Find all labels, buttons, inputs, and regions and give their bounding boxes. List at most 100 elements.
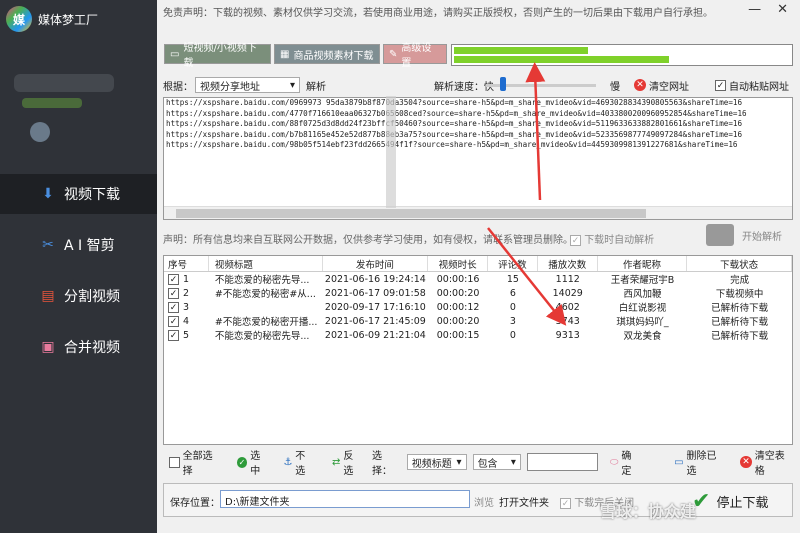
unselect-button[interactable]: ⚓ 不选 <box>283 447 314 477</box>
column-header[interactable]: 发布时间 <box>323 256 429 271</box>
user-info[interactable] <box>30 122 50 142</box>
select-all-checkbox[interactable]: 全部选择 <box>169 447 221 477</box>
table-cell: ✓ 5 <box>164 329 209 341</box>
row-number: 2 <box>183 287 190 299</box>
table-cell: 3743 <box>555 315 580 327</box>
table-row[interactable]: ✓ 5 不能恋爱的秘密先导... 2021-06-09 21:21:04 00:00:1… <box>164 328 792 342</box>
table-cell: 下载视频中 <box>715 289 764 300</box>
table-row[interactable]: ✓ 1 不能恋爱的秘密先导... 2021-06-16 19:24:14 00:00:1… <box>164 272 792 286</box>
checkbox-checked-icon[interactable]: ✓ <box>168 315 179 327</box>
checkbox-checked-icon[interactable]: ✓ <box>168 287 179 299</box>
stop-download-button[interactable]: ✔ 停止下载 <box>692 486 792 516</box>
save-path-input[interactable]: D:\新建文件夹 <box>220 490 470 508</box>
speed-slider-thumb[interactable] <box>500 77 506 91</box>
table-cell: 已解析待下载 <box>711 317 769 328</box>
filter-input[interactable] <box>526 453 598 471</box>
table-cell: #不能恋爱的秘密开播... <box>214 317 318 328</box>
auto-parse-checkbox[interactable]: ✓ 下载时自动解析 <box>570 231 654 246</box>
parse-label[interactable]: 解析 <box>306 78 326 93</box>
table-cell: 00:00:20 <box>436 315 480 327</box>
column-header[interactable]: 序号 <box>164 256 209 271</box>
blurred-area <box>14 74 114 92</box>
close-button[interactable]: ✕ <box>777 2 788 17</box>
clear-url-button[interactable]: ✕ 清空网址 <box>634 78 689 93</box>
button-label: 高级设置 <box>401 43 432 69</box>
progress-bar <box>454 56 670 63</box>
select-button[interactable]: ✓ 选中 <box>236 447 270 477</box>
table-cell: 00:00:12 <box>436 301 480 313</box>
auto-paste-checkbox[interactable]: ✓ 自动粘贴网址 <box>715 78 789 93</box>
scrollbar-thumb[interactable] <box>176 209 646 218</box>
chevron-down-icon: ▾ <box>510 456 516 468</box>
field-select[interactable]: 视频标题 ▾ <box>406 454 467 470</box>
progress-panel <box>451 44 793 66</box>
table-header: 序号 视频标题 发布时间 视频时长 评论数 播放次数 作者昵称 下载状态 <box>164 256 792 272</box>
table-row[interactable]: ✓ 4 #不能恋爱的秘密开播... 2021-06-17 21:45:09 00:00:… <box>164 314 792 328</box>
table-cell: ✓ 1 <box>164 273 209 285</box>
table-cell: ✓ 4 <box>164 315 209 327</box>
checkbox-checked-icon: ✓ <box>570 234 581 246</box>
window-controls: — ✕ <box>740 0 796 19</box>
table-cell: 3 <box>509 315 516 327</box>
disclaimer-notice: 免责声明：下载的视频、素材仅供学习交流，若使用商业用途，请购买正版授权，否则产生… <box>163 8 713 19</box>
table-cell: 00:00:15 <box>436 329 480 341</box>
product-video-download-button[interactable]: ▦ 商品视频素材下载 <box>274 44 380 64</box>
sidebar: 媒 媒体梦工厂 ⬇ 视频下载 ✂ A I 智剪 ▤ 分割视频 ▣ 合并视频 <box>0 0 157 533</box>
parse-icon <box>706 224 734 246</box>
column-header[interactable]: 作者昵称 <box>598 256 688 271</box>
column-header[interactable]: 视频标题 <box>209 256 323 271</box>
checkbox-checked-icon[interactable]: ✓ <box>168 301 179 313</box>
check-icon: ✓ <box>236 456 248 468</box>
open-folder-button[interactable]: 打开文件夹 <box>499 494 549 509</box>
sidebar-item-label: 合并视频 <box>64 340 120 356</box>
video-icon: ▭ <box>170 48 180 60</box>
column-header[interactable]: 播放次数 <box>538 256 598 271</box>
confirm-button[interactable]: ⬭ 确定 <box>610 447 640 477</box>
column-header[interactable]: 评论数 <box>488 256 538 271</box>
column-header[interactable]: 视频时长 <box>428 256 488 271</box>
video-table: 序号 视频标题 发布时间 视频时长 评论数 播放次数 作者昵称 下载状态 ✓ 1 不… <box>163 255 793 445</box>
short-video-download-button[interactable]: ▭ 短视频/小视频下载 <box>164 43 271 69</box>
url-line: https://xspshare.baidu.com/98b05f514ebf2… <box>166 140 738 149</box>
start-parse-button[interactable]: 开始解析 <box>706 224 782 246</box>
url-line: https://xspshare.baidu.com/4770f716610ea… <box>166 108 747 118</box>
table-cell: 2021-06-17 21:45:09 <box>324 315 426 327</box>
sidebar-item-merge-video[interactable]: ▣ 合并视频 <box>0 327 157 367</box>
url-textarea[interactable]: https://xspshare.baidu.com/0969973 95da3… <box>163 97 793 220</box>
match-select[interactable]: 包含 ▾ <box>472 454 521 470</box>
clear-icon: ✕ <box>740 456 752 468</box>
button-label: 反选 <box>343 451 354 477</box>
browse-button[interactable]: 浏览 <box>474 494 494 509</box>
checkbox-checked-icon[interactable]: ✓ <box>168 273 179 285</box>
app-title: 媒体梦工厂 <box>38 12 99 27</box>
table-cell: 2021-06-16 19:24:14 <box>324 273 426 285</box>
blurred-area-2 <box>22 98 82 108</box>
horizontal-scrollbar[interactable] <box>164 206 792 219</box>
table-cell: 王者荣耀冠宇B <box>610 275 675 286</box>
table-cell: 14029 <box>552 287 583 299</box>
sidebar-item-label: 视频下载 <box>64 187 120 203</box>
minimize-button[interactable]: — <box>748 2 761 17</box>
clear-table-button[interactable]: ✕ 清空表格 <box>740 447 793 477</box>
checkbox-checked-icon[interactable]: ✓ <box>168 329 179 341</box>
delete-selected-button[interactable]: ▭ 删除已选 <box>674 447 724 477</box>
checkbox-checked-icon: ✓ <box>560 497 571 509</box>
table-row[interactable]: ✓ 2 #不能恋爱的秘密#从... 2021-06-17 09:01:58 00:00:… <box>164 286 792 300</box>
table-row[interactable]: ✓ 3 2020-09-17 17:16:10 00:00:12 0 4602 白红说影视已… <box>164 300 792 314</box>
sidebar-item-video-download[interactable]: ⬇ 视频下载 <box>0 174 157 214</box>
source-select[interactable]: 视频分享地址 ▾ <box>195 77 300 93</box>
column-header[interactable]: 下载状态 <box>687 256 792 271</box>
advanced-settings-button[interactable]: ✎ 高级设置 <box>383 43 447 69</box>
row-number: 4 <box>183 315 190 327</box>
chevron-down-icon: ▾ <box>456 456 462 468</box>
invert-button[interactable]: ⇄ 反选 <box>332 447 362 477</box>
anchor-icon: ⚓ <box>283 456 293 468</box>
settings-icon: ✎ <box>389 48 398 60</box>
sidebar-item-split-video[interactable]: ▤ 分割视频 <box>0 276 157 316</box>
button-label: 清空网址 <box>649 81 689 93</box>
progress-bar <box>454 47 589 54</box>
table-cell: 00:00:16 <box>436 273 480 285</box>
sidebar-item-ai-edit[interactable]: ✂ A I 智剪 <box>0 225 157 265</box>
checkbox-label: 全部选择 <box>182 451 213 477</box>
source-select-value: 视频分享地址 <box>200 81 260 93</box>
